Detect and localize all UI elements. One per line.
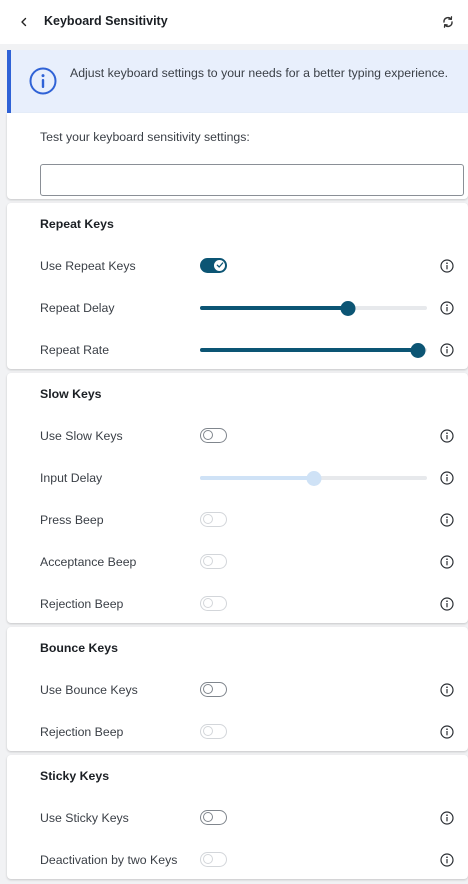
use-sticky-keys-label: Use Sticky Keys: [40, 811, 129, 825]
slider-thumb[interactable]: [410, 342, 426, 358]
info-icon: [440, 853, 454, 867]
toggle-knob: [214, 259, 225, 271]
deactivation-by-two-keys-toggle[interactable]: [200, 852, 227, 867]
toggle-knob: [202, 514, 213, 524]
section-title-sticky-keys: Sticky Keys: [40, 769, 110, 783]
press-beep-label: Press Beep: [40, 513, 104, 527]
info-button-use-sticky-keys[interactable]: [439, 810, 455, 826]
acceptance-beep-label: Acceptance Beep: [40, 555, 137, 569]
use-bounce-keys-label: Use Bounce Keys: [40, 683, 138, 697]
use-repeat-keys-toggle[interactable]: [200, 258, 227, 273]
info-icon: [440, 555, 454, 569]
header-bar: Keyboard Sensitivity: [0, 0, 468, 44]
acceptance-beep-toggle[interactable]: [200, 554, 227, 569]
info-icon: [440, 513, 454, 527]
test-label: Test your keyboard sensitivity settings:: [40, 130, 250, 144]
slider-thumb[interactable]: [306, 470, 321, 486]
info-button-acceptance-beep[interactable]: [439, 554, 455, 570]
repeat-rate-label: Repeat Rate: [40, 343, 110, 357]
test-input[interactable]: [40, 164, 464, 196]
info-button-press-beep[interactable]: [439, 512, 455, 528]
section-title-slow-keys: Slow Keys: [40, 387, 102, 401]
toggle-knob: [202, 812, 213, 822]
use-sticky-keys-toggle[interactable]: [200, 810, 227, 825]
info-button-use-bounce-keys[interactable]: [439, 682, 455, 698]
chevron-left-icon: [21, 17, 27, 27]
slow-rejection-beep-toggle[interactable]: [200, 596, 227, 611]
info-button-input-delay[interactable]: [439, 470, 455, 486]
banner-text: Adjust keyboard settings to your needs f…: [70, 66, 449, 80]
refresh-icon: [443, 16, 453, 28]
info-icon: [440, 343, 454, 357]
use-slow-keys-label: Use Slow Keys: [40, 429, 123, 443]
info-button-use-slow-keys[interactable]: [439, 428, 455, 444]
info-button-deactivation-by-two-keys[interactable]: [439, 852, 455, 868]
reset-button[interactable]: [438, 12, 458, 32]
repeat-delay-label: Repeat Delay: [40, 301, 115, 315]
checkmark-icon: [216, 262, 223, 268]
info-button-bounce-rejection-beep[interactable]: [439, 724, 455, 740]
toggle-knob: [202, 684, 213, 694]
slow-keys-card: Slow Keys Use Slow Keys Input Delay Pres…: [7, 373, 468, 623]
info-icon: [440, 683, 454, 697]
section-title-repeat-keys: Repeat Keys: [40, 217, 114, 231]
repeat-keys-card: Repeat Keys Use Repeat Keys Repeat Delay…: [7, 203, 468, 369]
info-icon: [440, 429, 454, 443]
input-delay-slider[interactable]: [200, 469, 427, 487]
info-icon: [440, 597, 454, 611]
toggle-knob: [202, 556, 213, 566]
sticky-keys-card: Sticky Keys Use Sticky Keys Deactivation…: [7, 755, 468, 879]
slow-rejection-beep-label: Rejection Beep: [40, 597, 124, 611]
input-delay-label: Input Delay: [40, 471, 103, 485]
info-icon: [440, 471, 454, 485]
repeat-delay-slider[interactable]: [200, 299, 427, 317]
info-icon: [440, 811, 454, 825]
use-bounce-keys-toggle[interactable]: [200, 682, 227, 697]
toggle-knob: [202, 726, 213, 736]
info-banner: Adjust keyboard settings to your needs f…: [7, 50, 468, 113]
info-icon: [440, 259, 454, 273]
back-button[interactable]: [15, 13, 33, 31]
info-icon: [440, 301, 454, 315]
use-slow-keys-toggle[interactable]: [200, 428, 227, 443]
slider-fill: [200, 476, 314, 480]
toggle-knob: [202, 430, 213, 440]
test-card: Test your keyboard sensitivity settings:: [7, 113, 468, 199]
info-button-repeat-rate[interactable]: [439, 342, 455, 358]
info-button-use-repeat-keys[interactable]: [439, 258, 455, 274]
info-icon: [29, 67, 57, 95]
deactivation-by-two-keys-label: Deactivation by two Keys: [40, 853, 178, 867]
slider-fill: [200, 348, 418, 352]
slider-fill: [200, 306, 348, 310]
bounce-rejection-beep-label: Rejection Beep: [40, 725, 124, 739]
page-title: Keyboard Sensitivity: [44, 14, 168, 28]
toggle-knob: [202, 854, 213, 864]
info-button-repeat-delay[interactable]: [439, 300, 455, 316]
slider-thumb[interactable]: [340, 300, 356, 316]
bounce-rejection-beep-toggle[interactable]: [200, 724, 227, 739]
info-button-slow-rejection-beep[interactable]: [439, 596, 455, 612]
use-repeat-keys-label: Use Repeat Keys: [40, 259, 136, 273]
toggle-knob: [202, 598, 213, 608]
info-icon: [440, 725, 454, 739]
press-beep-toggle[interactable]: [200, 512, 227, 527]
section-title-bounce-keys: Bounce Keys: [40, 641, 118, 655]
repeat-rate-slider[interactable]: [200, 341, 427, 359]
bounce-keys-card: Bounce Keys Use Bounce Keys Rejection Be…: [7, 627, 468, 751]
